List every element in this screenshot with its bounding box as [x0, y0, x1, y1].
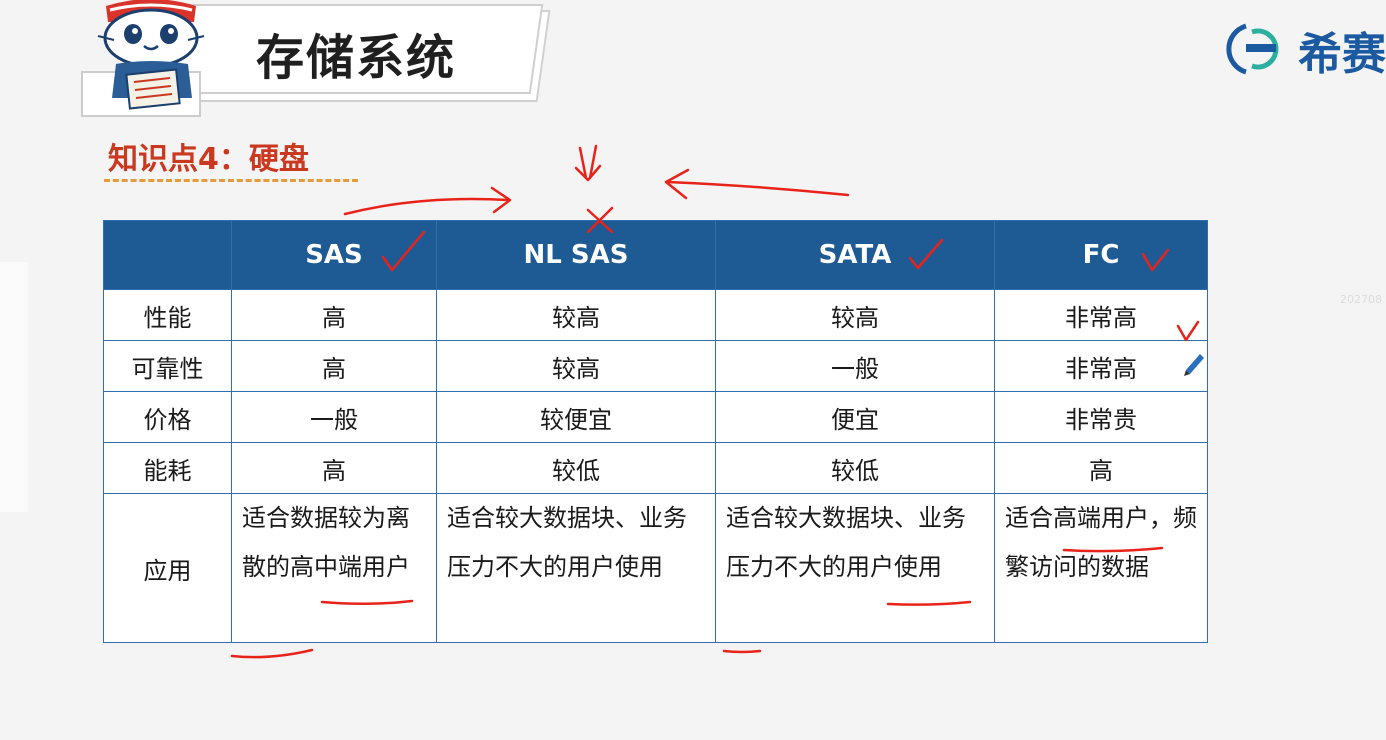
row-label-application: 应用: [103, 493, 232, 643]
table-row: 性能 高 较高 较高 非常高: [103, 289, 1208, 341]
table-cell: 较高: [436, 340, 716, 392]
underline-mark: [722, 649, 762, 654]
table-cell: 非常高: [994, 289, 1208, 341]
table-cell: 非常高: [994, 340, 1208, 392]
table-cell: 一般: [715, 340, 995, 392]
logo-mark-icon: [1226, 23, 1279, 75]
brand-logo: 希赛: [1226, 18, 1386, 78]
row-label-reliability: 可靠性: [103, 340, 232, 392]
table-row: 应用 适合数据较为离散的高中端用户 适合较大数据块、业务压力不大的用户使用 适合…: [103, 493, 1208, 643]
table-cell: 高: [994, 442, 1208, 494]
column-header-sas: SAS: [231, 220, 437, 290]
table-cell: 适合较大数据块、业务压力不大的用户使用: [436, 493, 716, 643]
table-cell: 适合数据较为离散的高中端用户: [231, 493, 437, 643]
table-cell: 一般: [231, 391, 437, 443]
logo-text: 希赛: [1298, 29, 1386, 78]
table-cell: 较高: [715, 289, 995, 341]
section-heading: 知识点4：硬盘: [108, 142, 309, 177]
table-cell: 便宜: [715, 391, 995, 443]
table-cell: 高: [231, 289, 437, 341]
table-cell: 适合较大数据块、业务压力不大的用户使用: [715, 493, 995, 643]
table-header-row: SAS NL SAS SATA FC: [103, 220, 1208, 290]
underline-mark: [230, 648, 314, 659]
table-row: 可靠性 高 较高 一般 非常高: [103, 340, 1208, 392]
table-cell: 较低: [715, 442, 995, 494]
header-corner: [103, 220, 232, 290]
arrow-left-icon: [664, 168, 850, 200]
row-label-price: 价格: [103, 391, 232, 443]
table-cell: 较高: [436, 289, 716, 341]
table-row: 价格 一般 较便宜 便宜 非常贵: [103, 391, 1208, 443]
heading-underline: [104, 179, 358, 182]
page-title: 存储系统: [256, 30, 457, 86]
double-down-arrow-icon: [574, 144, 602, 182]
column-header-nl-sas: NL SAS: [436, 220, 716, 290]
row-label-power: 能耗: [103, 442, 232, 494]
row-label-performance: 性能: [103, 289, 232, 341]
table-cell: 适合高端用户，频繁访问的数据: [994, 493, 1208, 643]
table-row: 能耗 高 较低 较低 高: [103, 442, 1208, 494]
table-cell: 较低: [436, 442, 716, 494]
left-panel-edge: [0, 262, 28, 512]
watermark-text: 202708: [1340, 293, 1382, 306]
table-cell: 高: [231, 340, 437, 392]
table-cell: 高: [231, 442, 437, 494]
table-cell: 较便宜: [436, 391, 716, 443]
column-header-fc: FC: [994, 220, 1208, 290]
disk-comparison-table: SAS NL SAS SATA FC 性能 高 较高 较高 非常高 可靠性 高 …: [103, 220, 1208, 643]
cat-mascot-icon: [81, 0, 205, 117]
table-cell: 非常贵: [994, 391, 1208, 443]
column-header-sata: SATA: [715, 220, 995, 290]
arrow-right-icon: [343, 186, 512, 216]
